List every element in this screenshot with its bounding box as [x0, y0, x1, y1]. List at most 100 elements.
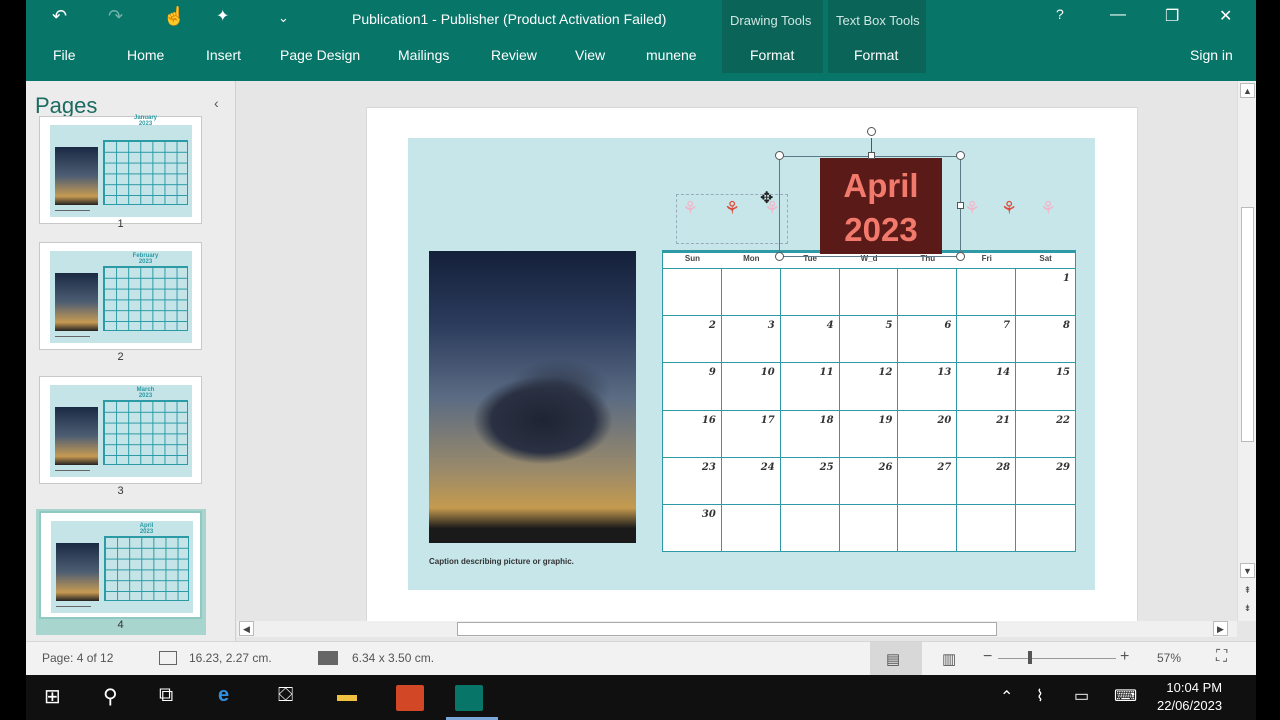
show-hidden-icons[interactable]: ⌃: [1000, 687, 1013, 707]
page-thumbnail-1[interactable]: January 2023: [39, 115, 202, 224]
collapse-pane-icon[interactable]: ‹: [214, 95, 219, 111]
scroll-right-icon[interactable]: ▶: [1213, 621, 1228, 636]
calendar-day-cell[interactable]: [898, 504, 958, 552]
calendar-day-cell[interactable]: 18: [780, 410, 840, 458]
resize-handle[interactable]: [868, 152, 875, 159]
scroll-down-icon[interactable]: ▼: [1240, 563, 1255, 578]
close-button[interactable]: ✕: [1219, 6, 1232, 26]
zoom-slider[interactable]: [998, 658, 1116, 659]
calendar-day-cell[interactable]: 17: [721, 410, 781, 458]
notifications-icon[interactable]: ▭: [1074, 686, 1089, 706]
calendar-day-cell[interactable]: 5: [839, 316, 899, 364]
minimize-button[interactable]: —: [1110, 6, 1126, 24]
tab-home[interactable]: Home: [127, 47, 164, 63]
calendar-day-cell[interactable]: [957, 269, 1017, 317]
publisher-icon[interactable]: [455, 685, 483, 711]
system-clock[interactable]: 10:04 PM 22/06/2023: [1157, 679, 1222, 715]
calendar-day-cell[interactable]: [780, 504, 840, 552]
help-icon[interactable]: ?: [1056, 6, 1064, 22]
calendar-day-cell[interactable]: 3: [721, 316, 781, 364]
calendar-day-cell[interactable]: [663, 269, 722, 317]
search-icon[interactable]: ⚲: [103, 684, 118, 709]
page-thumbnail-4[interactable]: April 2023: [39, 511, 202, 619]
restore-button[interactable]: ❐: [1165, 6, 1179, 26]
calendar-day-cell[interactable]: 9: [663, 363, 722, 411]
resize-handle[interactable]: [956, 151, 965, 160]
tab-munene[interactable]: munene: [646, 47, 697, 63]
previous-page-icon[interactable]: ⇞: [1240, 583, 1255, 598]
vertical-scrollbar[interactable]: ▲ ▼ ⇞ ⇟: [1237, 81, 1256, 621]
horizontal-scroll-thumb[interactable]: [457, 622, 997, 636]
calendar-day-cell[interactable]: 23: [663, 457, 722, 505]
calendar-day-cell[interactable]: 19: [839, 410, 899, 458]
calendar-day-cell[interactable]: 10: [721, 363, 781, 411]
calendar-day-cell[interactable]: 12: [839, 363, 899, 411]
undo-icon[interactable]: ↶: [52, 6, 67, 27]
calendar-day-cell[interactable]: 27: [898, 457, 958, 505]
calendar-day-cell[interactable]: [839, 504, 899, 552]
sign-in-link[interactable]: Sign in: [1190, 47, 1233, 63]
customize-qat-icon[interactable]: ⌄: [278, 10, 289, 26]
sunset-photo[interactable]: [429, 251, 636, 543]
calendar-day-cell[interactable]: [721, 269, 781, 317]
calendar-day-cell[interactable]: 7: [957, 316, 1017, 364]
zoom-out-button[interactable]: −: [983, 648, 992, 666]
keyboard-icon[interactable]: ⌨: [1114, 686, 1137, 706]
resize-handle[interactable]: [775, 151, 784, 160]
text-box-selection[interactable]: [779, 156, 961, 257]
calendar-day-cell[interactable]: 16: [663, 410, 722, 458]
scroll-up-icon[interactable]: ▲: [1240, 83, 1255, 98]
two-page-spread-icon[interactable]: ▥: [942, 650, 956, 668]
scroll-left-icon[interactable]: ◀: [239, 621, 254, 636]
network-icon[interactable]: ⌇: [1036, 686, 1044, 706]
calendar-day-cell[interactable]: 29: [1016, 458, 1075, 505]
calendar-day-cell[interactable]: [839, 269, 899, 317]
rotate-handle[interactable]: [867, 127, 876, 136]
photo-caption[interactable]: Caption describing picture or graphic.: [429, 557, 574, 566]
workspace[interactable]: Caption describing picture or graphic. ⚘…: [237, 81, 1237, 621]
tab-review[interactable]: Review: [491, 47, 537, 63]
calendar-day-cell[interactable]: 8: [1016, 316, 1075, 364]
fit-page-icon[interactable]: ⛶: [1216, 648, 1227, 666]
tab-mailings[interactable]: Mailings: [398, 47, 449, 63]
horizontal-scrollbar[interactable]: ◀ ▶: [237, 621, 1237, 637]
tab-view[interactable]: View: [575, 47, 605, 63]
calendar-day-cell[interactable]: [721, 504, 781, 552]
calendar-day-cell[interactable]: 24: [721, 457, 781, 505]
tab-textbox-format[interactable]: Format: [854, 47, 898, 63]
calendar-day-cell[interactable]: 28: [957, 457, 1017, 505]
page-thumbnail-3[interactable]: March 2023: [39, 376, 202, 484]
touch-mode-icon[interactable]: ☝: [163, 6, 185, 27]
calendar-day-cell[interactable]: 2: [663, 316, 722, 364]
task-view-icon[interactable]: ⧉: [159, 684, 173, 707]
file-explorer-icon[interactable]: ▬: [337, 684, 357, 707]
calendar-day-cell[interactable]: [957, 504, 1017, 552]
redo-icon[interactable]: ↷: [108, 6, 123, 27]
zoom-in-button[interactable]: +: [1120, 648, 1129, 666]
store-icon[interactable]: ⛋: [278, 684, 293, 707]
page-thumbnail-2[interactable]: February 2023: [39, 242, 202, 350]
publication-page[interactable]: Caption describing picture or graphic. ⚘…: [366, 107, 1138, 621]
page-indicator[interactable]: Page: 4 of 12: [42, 651, 113, 665]
save-icon[interactable]: ✦: [216, 6, 229, 26]
calendar-day-cell[interactable]: [1016, 505, 1075, 552]
vertical-scroll-thumb[interactable]: [1241, 207, 1254, 442]
tab-insert[interactable]: Insert: [206, 47, 241, 63]
calendar-day-cell[interactable]: 14: [957, 363, 1017, 411]
zoom-slider-thumb[interactable]: [1028, 651, 1032, 664]
calendar-day-cell[interactable]: 30: [663, 504, 722, 552]
calendar-day-cell[interactable]: 26: [839, 457, 899, 505]
resize-handle[interactable]: [775, 252, 784, 261]
tab-page-design[interactable]: Page Design: [280, 47, 360, 63]
calendar-day-cell[interactable]: 4: [780, 316, 840, 364]
calendar-day-cell[interactable]: 1: [1016, 269, 1075, 317]
calendar-day-cell[interactable]: 20: [898, 410, 958, 458]
windows-start-icon[interactable]: ⊞: [44, 684, 61, 709]
calendar-day-cell[interactable]: 25: [780, 457, 840, 505]
calendar-table[interactable]: Sun Mon Tue W_d Thu Fri Sat 1 2 3 4 5 6 7 8 9 10 1…: [662, 250, 1076, 552]
calendar-day-cell[interactable]: 13: [898, 363, 958, 411]
calendar-day-cell[interactable]: 6: [898, 316, 958, 364]
calendar-day-cell[interactable]: [898, 269, 958, 317]
calendar-day-cell[interactable]: 22: [1016, 411, 1075, 458]
calendar-day-cell[interactable]: 11: [780, 363, 840, 411]
